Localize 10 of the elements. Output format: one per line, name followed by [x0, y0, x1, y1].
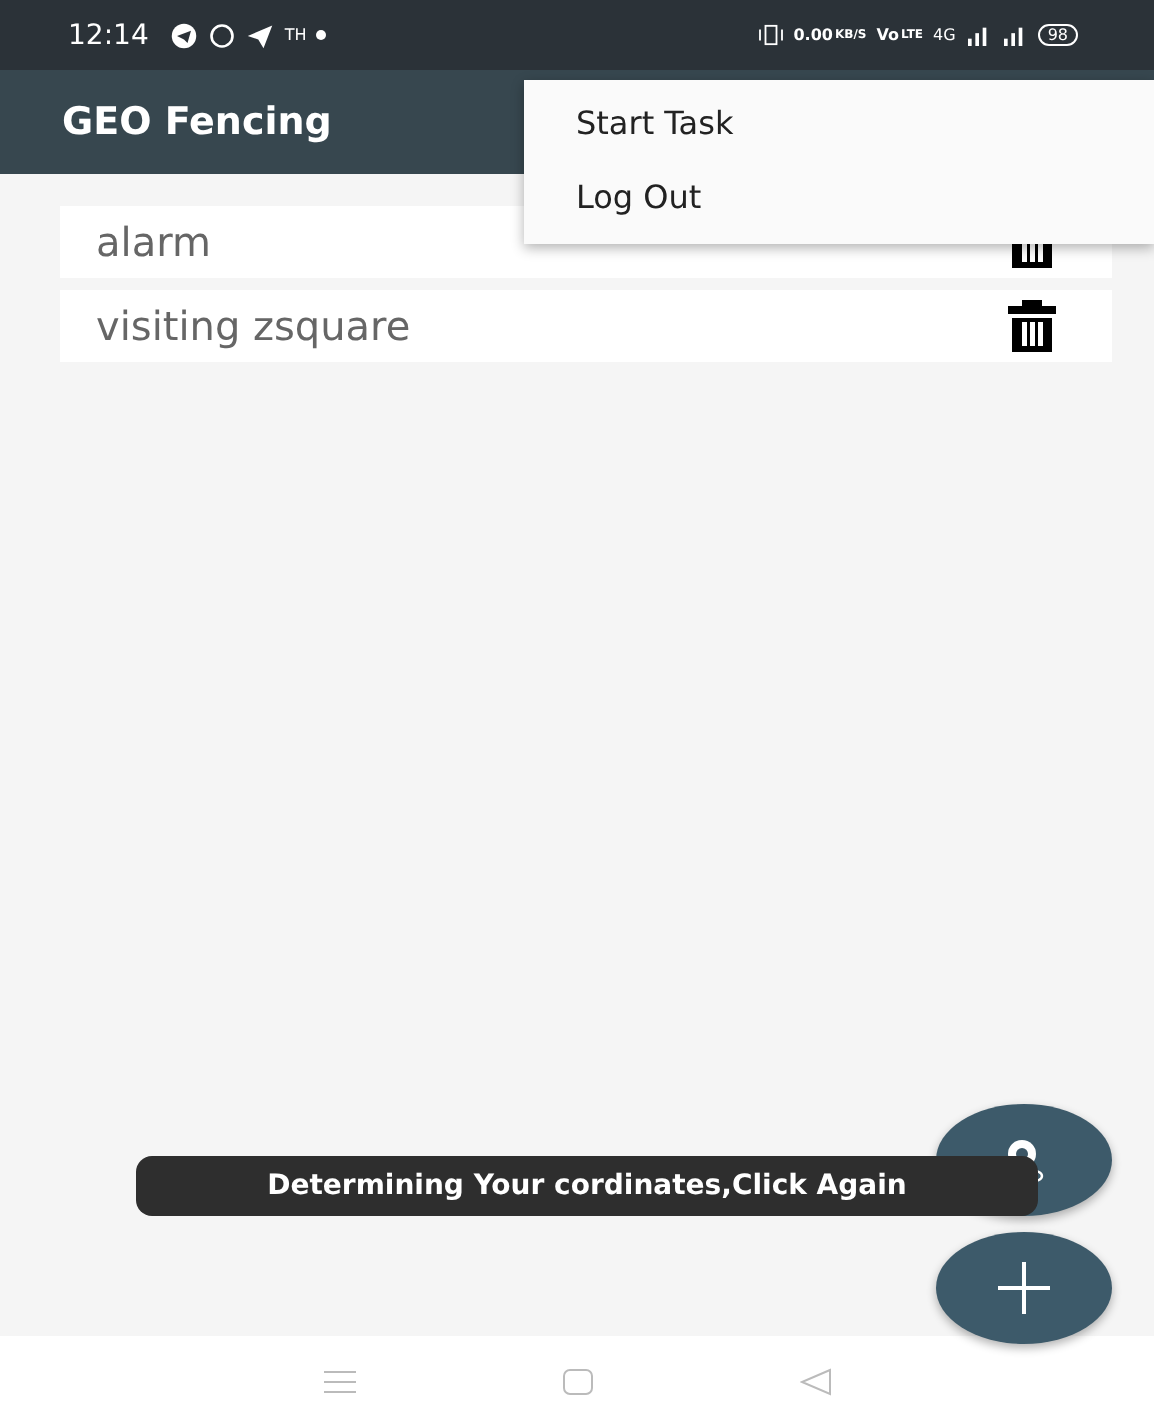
app-title: GEO Fencing	[62, 100, 332, 144]
geofence-name: alarm	[96, 218, 211, 266]
volte-label: Vo	[876, 26, 899, 44]
battery-level: 98	[1037, 24, 1078, 46]
network-label: 4G	[933, 26, 956, 44]
speed-value: 0.00	[793, 26, 833, 44]
notification-text: TH	[284, 26, 307, 44]
geofence-name: visiting zsquare	[96, 302, 411, 350]
clock: 12:14	[68, 19, 149, 51]
toast-message: Determining Your cordinates,Click Again	[136, 1156, 1038, 1216]
